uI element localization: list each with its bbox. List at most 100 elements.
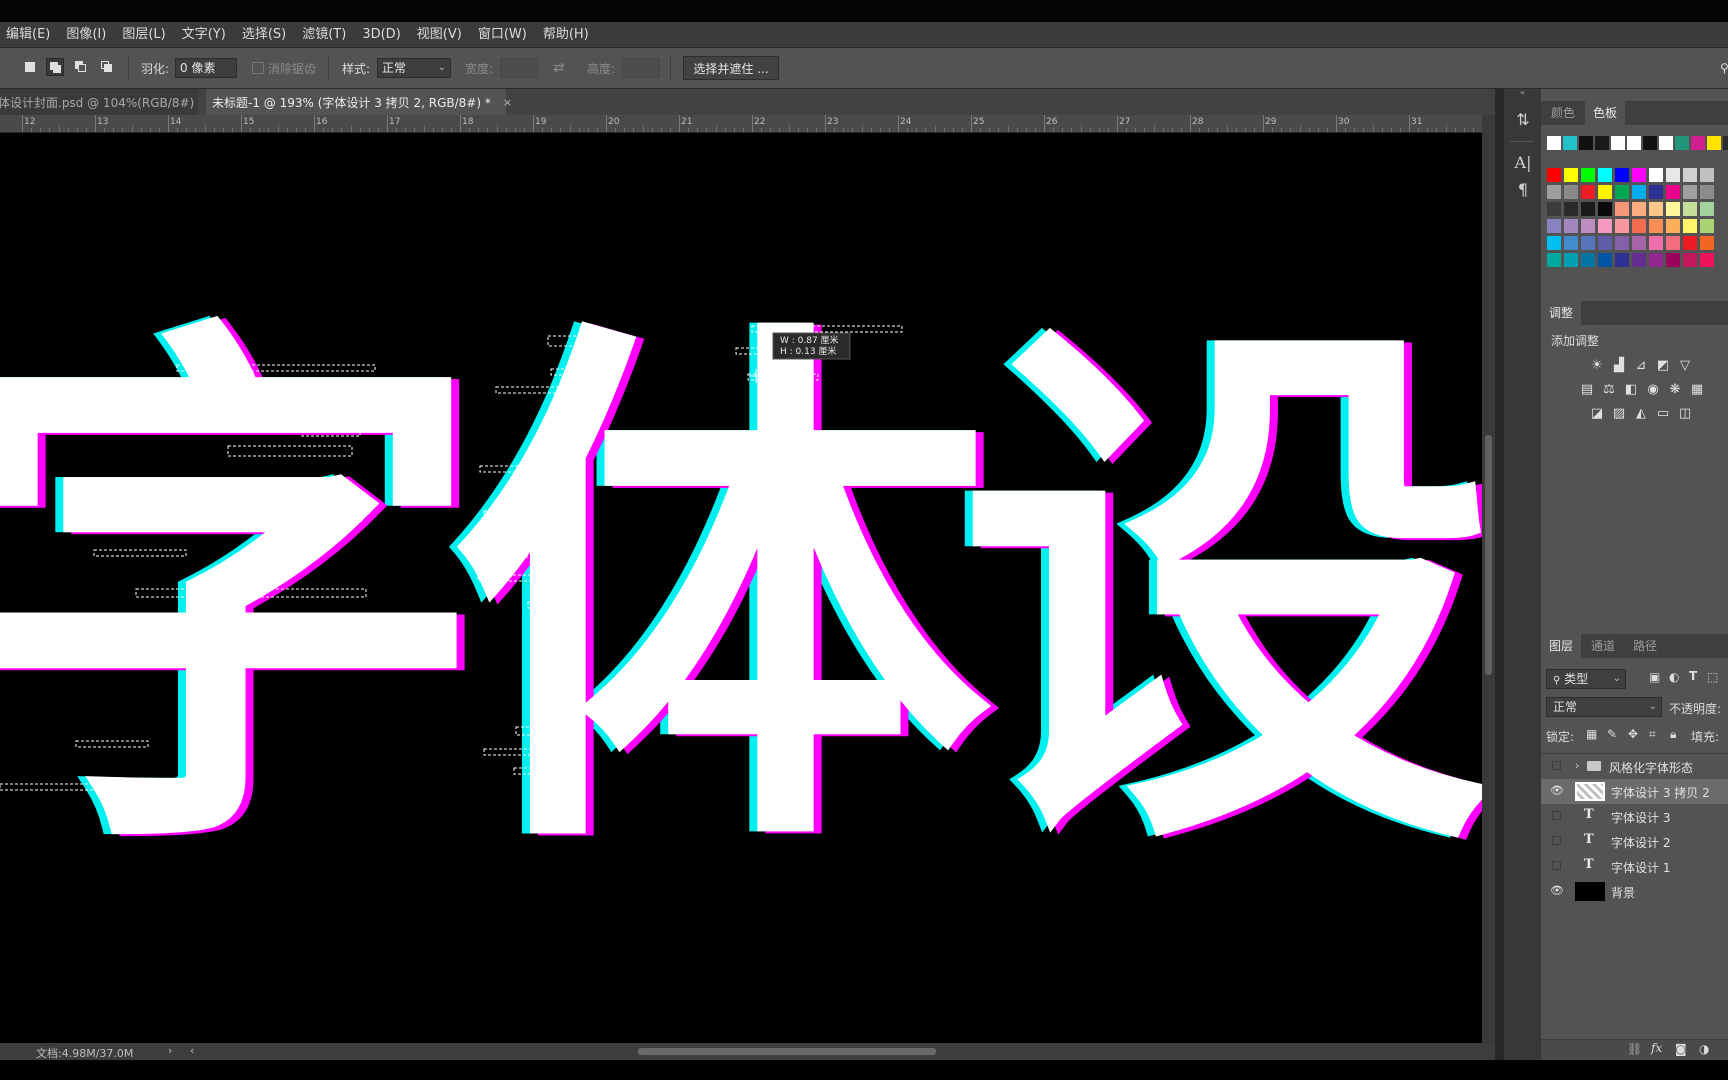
vertical-scrollbar[interactable] xyxy=(1482,115,1495,1043)
color-swatch[interactable] xyxy=(1632,253,1646,267)
menu-type[interactable]: 文字(Y) xyxy=(174,22,234,47)
recent-swatch[interactable] xyxy=(1707,136,1721,150)
color-swatch[interactable] xyxy=(1547,236,1561,250)
intersect-selection-icon[interactable] xyxy=(98,58,116,76)
color-swatch[interactable] xyxy=(1581,168,1595,182)
color-swatch[interactable] xyxy=(1598,185,1612,199)
collapse-arrow-icon[interactable]: « xyxy=(1504,89,1541,97)
visibility-toggle[interactable] xyxy=(1552,761,1561,770)
color-swatch[interactable] xyxy=(1598,168,1612,182)
tab-paths[interactable]: 路径 xyxy=(1625,634,1665,658)
chevron-right-icon[interactable]: › xyxy=(1575,759,1579,772)
color-swatch[interactable] xyxy=(1615,185,1629,199)
recent-swatch[interactable] xyxy=(1547,136,1561,150)
color-swatch[interactable] xyxy=(1564,219,1578,233)
menu-view[interactable]: 视图(V) xyxy=(409,22,470,47)
color-swatch[interactable] xyxy=(1683,185,1697,199)
brightness-icon[interactable]: ☀ xyxy=(1589,359,1605,373)
color-swatch[interactable] xyxy=(1581,253,1595,267)
visibility-toggle[interactable] xyxy=(1552,861,1561,870)
color-swatch[interactable] xyxy=(1666,219,1680,233)
add-to-selection-icon[interactable] xyxy=(46,58,64,76)
layer-row[interactable]: T 字体设计 3 xyxy=(1541,804,1728,829)
menu-edit[interactable]: 编辑(E) xyxy=(0,22,58,47)
color-swatch[interactable] xyxy=(1547,253,1561,267)
visibility-toggle[interactable] xyxy=(1552,836,1561,845)
layer-filter-select[interactable]: ⚲ 类型 ⌄ xyxy=(1546,669,1626,689)
color-swatch[interactable] xyxy=(1615,202,1629,216)
menu-image[interactable]: 图像(I) xyxy=(58,22,114,47)
color-swatch[interactable] xyxy=(1649,168,1663,182)
color-swatch[interactable] xyxy=(1615,219,1629,233)
visibility-toggle[interactable] xyxy=(1552,811,1561,820)
select-and-mask-button[interactable]: 选择并遮住 ... xyxy=(683,56,779,80)
menu-layer[interactable]: 图层(L) xyxy=(114,22,173,47)
tab-untitled-1[interactable]: 未标题-1 @ 193% (字体设计 3 拷贝 2, RGB/8#) * × xyxy=(206,89,512,115)
exposure-icon[interactable]: ◩ xyxy=(1655,359,1671,373)
channel-mixer-icon[interactable]: ❋ xyxy=(1667,383,1683,397)
layer-row[interactable]: 👁︎ 字体设计 3 拷贝 2 xyxy=(1541,779,1728,804)
link-icon[interactable]: ⛓︎ xyxy=(1627,1042,1642,1056)
color-swatch[interactable] xyxy=(1564,168,1578,182)
tab-channels[interactable]: 通道 xyxy=(1583,634,1623,658)
color-swatch[interactable] xyxy=(1649,202,1663,216)
character-icon[interactable]: A| xyxy=(1512,152,1534,174)
color-swatch[interactable] xyxy=(1700,202,1714,216)
lock-transparent-icon[interactable]: ▦ xyxy=(1586,727,1597,741)
recent-swatch[interactable] xyxy=(1595,136,1609,150)
color-swatch[interactable] xyxy=(1666,202,1680,216)
curves-icon[interactable]: ⊿ xyxy=(1633,359,1649,373)
color-swatch[interactable] xyxy=(1666,236,1680,250)
color-swatch[interactable] xyxy=(1615,236,1629,250)
recent-swatch[interactable] xyxy=(1659,136,1673,150)
color-swatch[interactable] xyxy=(1632,168,1646,182)
tab-cover-psd[interactable]: 体设计封面.psd @ 104%(RGB/8#) × xyxy=(0,89,215,115)
color-swatch[interactable] xyxy=(1700,219,1714,233)
lock-artboard-icon[interactable]: ⌗ xyxy=(1649,727,1656,742)
style-select[interactable]: 正常 ⌄ xyxy=(377,58,451,78)
color-swatch[interactable] xyxy=(1632,219,1646,233)
layer-comps-icon[interactable]: ⇅ xyxy=(1512,109,1534,131)
color-swatch[interactable] xyxy=(1598,253,1612,267)
lock-position-icon[interactable]: ✥ xyxy=(1628,727,1638,741)
color-swatch[interactable] xyxy=(1547,185,1561,199)
color-swatch[interactable] xyxy=(1581,219,1595,233)
color-swatch[interactable] xyxy=(1649,236,1663,250)
color-swatch[interactable] xyxy=(1683,202,1697,216)
color-swatch[interactable] xyxy=(1581,185,1595,199)
color-swatch[interactable] xyxy=(1615,253,1629,267)
recent-swatch[interactable] xyxy=(1643,136,1657,150)
close-icon[interactable]: × xyxy=(503,96,512,109)
layer-row[interactable]: › 风格化字体形态 xyxy=(1541,754,1728,779)
tab-color[interactable]: 颜色 xyxy=(1543,101,1583,125)
color-swatch[interactable] xyxy=(1683,253,1697,267)
color-swatch[interactable] xyxy=(1683,236,1697,250)
invert-icon[interactable]: ◪ xyxy=(1589,407,1605,421)
layer-row[interactable]: T 字体设计 1 xyxy=(1541,854,1728,879)
color-swatch[interactable] xyxy=(1666,185,1680,199)
fx-icon[interactable]: fx xyxy=(1651,1041,1662,1055)
recent-swatch[interactable] xyxy=(1563,136,1577,150)
paragraph-icon[interactable]: ¶ xyxy=(1512,179,1534,201)
filter-adjustment-icon[interactable]: ◐ xyxy=(1669,670,1679,684)
color-balance-icon[interactable]: ⚖ xyxy=(1601,383,1617,397)
filter-type-icon[interactable]: T xyxy=(1689,669,1697,683)
vibrance-icon[interactable]: ▽ xyxy=(1677,359,1693,373)
color-swatch[interactable] xyxy=(1683,168,1697,182)
recent-swatch[interactable] xyxy=(1627,136,1641,150)
color-swatch[interactable] xyxy=(1598,236,1612,250)
filter-pixel-icon[interactable]: ▣ xyxy=(1649,670,1660,684)
color-swatch[interactable] xyxy=(1547,202,1561,216)
tab-swatches[interactable]: 色板 xyxy=(1585,101,1626,125)
recent-swatch[interactable] xyxy=(1579,136,1593,150)
color-swatch[interactable] xyxy=(1632,236,1646,250)
color-swatch[interactable] xyxy=(1615,168,1629,182)
color-swatch[interactable] xyxy=(1564,185,1578,199)
color-swatch[interactable] xyxy=(1700,168,1714,182)
recent-swatch[interactable] xyxy=(1611,136,1625,150)
color-swatch[interactable] xyxy=(1700,185,1714,199)
antialias-checkbox[interactable]: 消除锯齿 xyxy=(252,48,316,88)
levels-icon[interactable]: ▟ xyxy=(1611,359,1627,373)
blend-mode-select[interactable]: 正常 ⌄ xyxy=(1546,697,1662,717)
recent-swatch[interactable] xyxy=(1723,136,1728,150)
